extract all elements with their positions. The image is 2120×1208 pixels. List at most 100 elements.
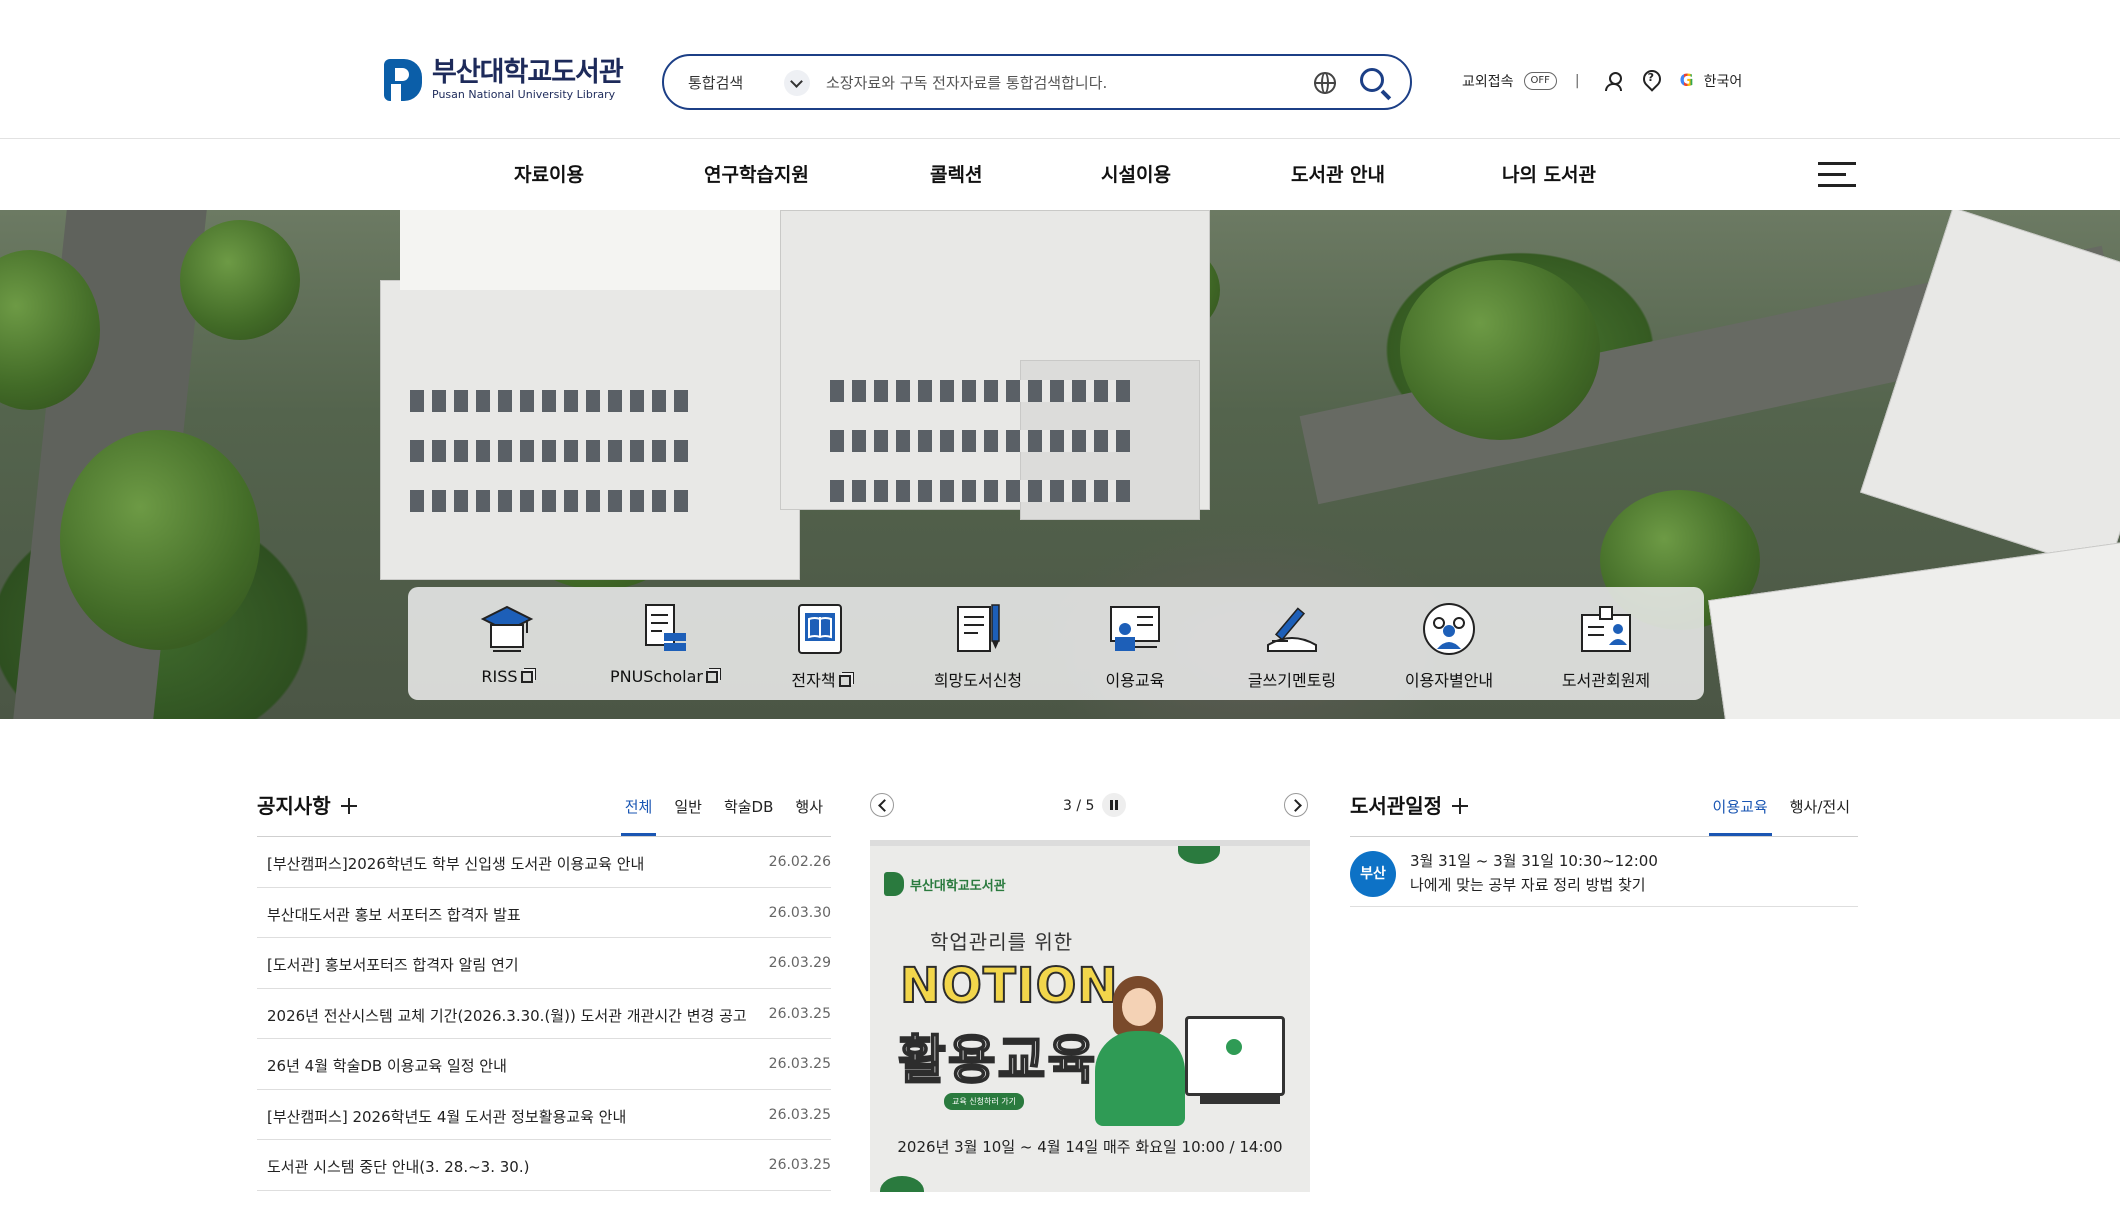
external-link-icon — [520, 671, 533, 683]
tab-user-education[interactable]: 이용교육 — [1708, 796, 1772, 836]
nav-item-research-support[interactable]: 연구학습지원 — [704, 160, 809, 187]
search-input[interactable] — [826, 69, 1306, 97]
quick-link-user-education[interactable]: 이용교육 — [1065, 601, 1205, 691]
logo-korean: 부산대학교도서관 — [432, 57, 624, 88]
schedule-time: 3월 31일 ~ 3월 31일 10:30~12:00 — [1410, 852, 1658, 870]
utility-menu: 교외접속 OFF | G 한국어 — [1462, 70, 1742, 92]
poster-subtitle: 학업관리를 위한 — [930, 930, 1074, 954]
quick-link-riss[interactable]: RISS — [437, 601, 577, 686]
person-illustration — [1095, 976, 1185, 1126]
schedule-title-text: 나에게 맞는 공부 자료 정리 방법 찾기 — [1410, 876, 1646, 894]
promo-banner-slider: 3 / 5 부산대학교도서관 학업관리를 위한 NOTION 활용교육 교육 신… — [870, 790, 1310, 1192]
schedule-item[interactable]: 부산 3월 31일 ~ 3월 31일 10:30~12:00 나에게 맞는 공부… — [1350, 837, 1858, 907]
quick-link-writing-mentoring[interactable]: 글쓰기멘토링 — [1222, 601, 1362, 691]
offcampus-toggle[interactable]: OFF — [1523, 72, 1557, 90]
list-item[interactable]: 26년 4월 학술DB 이용교육 일정 안내 26.03.25 — [257, 1039, 831, 1090]
globe-icon[interactable] — [1314, 72, 1336, 94]
offcampus-access-label[interactable]: 교외접속 — [1462, 71, 1514, 91]
plus-icon[interactable] — [1452, 798, 1468, 814]
quick-link-membership[interactable]: 도서관회원제 — [1536, 601, 1676, 691]
quick-link-label: PNUScholar — [609, 667, 704, 686]
notice-item-date: 26.03.29 — [768, 955, 831, 971]
tab-all[interactable]: 전체 — [620, 796, 656, 836]
external-link-icon — [838, 675, 851, 687]
tab-events[interactable]: 행사 — [795, 796, 823, 835]
quick-link-ebook[interactable]: 전자책 — [751, 601, 891, 691]
list-item[interactable]: 2026년 전산시스템 교체 기간(2026.3.30.(월)) 도서관 개관시… — [257, 989, 831, 1039]
campus-badge: 부산 — [1350, 851, 1396, 897]
banner-slide[interactable]: 부산대학교도서관 학업관리를 위한 NOTION 활용교육 교육 신청하러 가기… — [870, 840, 1310, 1192]
schedule-tabs: 이용교육 행사/전시 — [1708, 796, 1850, 836]
quick-link-book-request[interactable]: 희망도서신청 — [908, 601, 1048, 691]
logo-text: 부산대학교도서관 Pusan National University Libra… — [432, 57, 624, 102]
tab-academic-db[interactable]: 학술DB — [724, 796, 773, 835]
windows — [410, 440, 690, 462]
list-item[interactable]: [부산캠퍼스] 2026학년도 4월 도서관 정보활용교육 안내 26.03.25 — [257, 1090, 831, 1140]
member-card-icon — [1581, 606, 1631, 652]
pause-icon[interactable] — [1102, 793, 1126, 817]
notice-list: [부산캠퍼스]2026학년도 학부 신입생 도서관 이용교육 안내 26.02.2… — [257, 837, 831, 1191]
tree — [180, 220, 300, 340]
list-item[interactable]: 부산대도서관 홍보 서포터즈 합격자 발표 26.03.30 — [257, 888, 831, 938]
hero-campus-photo: RISS PNUScholar 전자책 희망도서신청 이용교육 글쓰기멘토링 이… — [0, 210, 2120, 719]
library-logo[interactable]: 부산대학교도서관 Pusan National University Libra… — [384, 57, 624, 102]
nav-item-my-library[interactable]: 나의 도서관 — [1502, 160, 1596, 187]
quick-link-label: 도서관회원제 — [1561, 671, 1651, 690]
notice-item-date: 26.02.26 — [768, 854, 831, 870]
main-navigation: 자료이용 연구학습지원 콜렉션 시설이용 도서관 안내 나의 도서관 — [0, 140, 2120, 210]
library-schedule: 도서관일정 이용교육 행사/전시 부산 3월 31일 ~ 3월 31일 10:3… — [1350, 790, 1858, 907]
nav-item-collection[interactable]: 콜렉션 — [930, 160, 982, 187]
notice-item-date: 26.03.25 — [768, 1157, 831, 1173]
quick-link-pnuscholar[interactable]: PNUScholar — [594, 601, 734, 686]
poster-headline-education: 활용교육 — [897, 1030, 1098, 1092]
nav-item-facilities[interactable]: 시설이용 — [1101, 160, 1171, 187]
quick-link-label: 전자책 — [791, 671, 836, 690]
poster-apply-button[interactable]: 교육 신청하러 가기 — [944, 1093, 1024, 1110]
windows — [830, 480, 1130, 502]
desk-illustration — [1200, 1096, 1280, 1104]
location-help-icon[interactable] — [1642, 70, 1662, 92]
user-group-icon — [1423, 603, 1475, 655]
presentation-board-icon — [1110, 606, 1160, 651]
slider-pager: 3 / 5 — [1063, 798, 1095, 814]
poster-headline-notion: NOTION — [899, 957, 1119, 1015]
quick-link-label: RISS — [481, 667, 518, 686]
integrated-search-bar: 통합검색 — [662, 54, 1412, 110]
list-item[interactable]: 도서관 시스템 중단 안내(3. 28.~3. 30.) 26.03.25 — [257, 1140, 831, 1191]
search-icon[interactable] — [1358, 66, 1392, 101]
notice-item-title: 2026년 전산시스템 교체 기간(2026.3.30.(월)) 도서관 개관시… — [267, 1006, 747, 1025]
notebook-pen-icon — [957, 604, 1000, 652]
windows — [830, 430, 1130, 452]
language-select[interactable]: 한국어 — [1704, 71, 1743, 91]
tab-general[interactable]: 일반 — [674, 796, 702, 835]
notice-item-title: [부산캠퍼스]2026학년도 학부 신입생 도서관 이용교육 안내 — [267, 855, 645, 873]
plus-icon[interactable] — [340, 798, 357, 814]
user-icon[interactable] — [1604, 71, 1624, 91]
chevron-down-icon[interactable] — [784, 70, 810, 96]
notice-item-date: 26.03.25 — [768, 1106, 831, 1123]
google-translate-icon[interactable]: G — [1680, 71, 1694, 91]
building-bottom-right — [1708, 541, 2120, 719]
list-item[interactable]: [도서관] 홍보서포터즈 합격자 알림 연기 26.03.29 — [257, 938, 831, 989]
chevron-left-icon[interactable] — [870, 793, 894, 817]
nav-item-materials[interactable]: 자료이용 — [514, 160, 584, 187]
list-item[interactable]: [부산캠퍼스]2026학년도 학부 신입생 도서관 이용교육 안내 26.02.2… — [257, 837, 831, 888]
library-building-left — [380, 280, 800, 580]
notice-item-date: 26.03.25 — [768, 1056, 831, 1072]
hamburger-menu-icon[interactable] — [1818, 162, 1856, 188]
notice-header: 공지사항 전체 일반 학술DB 행사 — [257, 790, 831, 837]
quick-link-user-guide[interactable]: 이용자별안내 — [1379, 601, 1519, 691]
windows — [830, 380, 1130, 402]
graduation-cap-icon — [480, 605, 534, 652]
tree — [60, 430, 260, 650]
quick-link-label: 이용자별안내 — [1404, 671, 1494, 690]
schedule-header: 도서관일정 이용교육 행사/전시 — [1350, 790, 1858, 837]
notice-tabs: 전체 일반 학술DB 행사 — [620, 796, 823, 836]
search-scope-select[interactable]: 통합검색 — [688, 72, 743, 93]
windows — [410, 490, 690, 512]
chevron-right-icon[interactable] — [1284, 793, 1308, 817]
writing-pen-icon — [1267, 607, 1317, 652]
notice-item-title: 도서관 시스템 중단 안내(3. 28.~3. 30.) — [267, 1158, 530, 1176]
nav-item-library-info[interactable]: 도서관 안내 — [1291, 160, 1385, 187]
tab-events-exhibitions[interactable]: 행사/전시 — [1790, 796, 1850, 835]
